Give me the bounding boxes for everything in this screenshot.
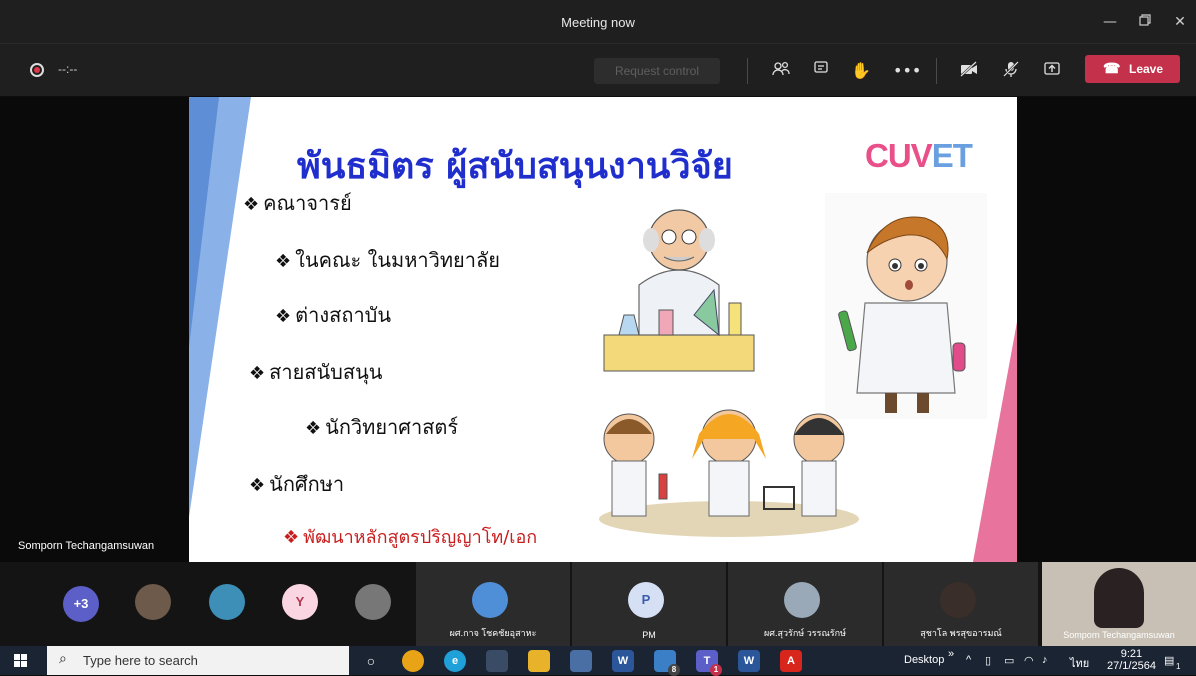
participant-video-tile[interactable]: Somporn Techangamsuwan (1042, 562, 1196, 646)
window-title: Meeting now (561, 15, 635, 30)
mail-icon[interactable]: 8 (654, 650, 680, 676)
participant-avatar (472, 582, 508, 618)
request-control-button[interactable]: Request control (594, 58, 720, 84)
participant-avatar (940, 582, 976, 618)
participant-name: สุชาโล พรสุขอารมณ์ (920, 628, 1002, 638)
recording-time: --:-- (58, 62, 78, 76)
battery-icon[interactable]: ▭ (1004, 654, 1014, 667)
slide-bullet: ❖ สายสนับสนุน (249, 360, 383, 384)
overflow-participants-button[interactable]: +3 (63, 586, 99, 622)
slide-bullet: ❖ นักวิทยาศาสตร์ (305, 415, 459, 439)
input-language[interactable]: ไทย (1070, 654, 1089, 672)
file-explorer-icon[interactable] (528, 650, 550, 672)
clock-date: 27/1/2564 (1107, 660, 1156, 672)
slide-bullet: ❖ ในคณะ ในมหาวิทยาลัย (275, 248, 500, 272)
participant-strip: +3 Y ผศ.กาจ โชคชัยอุสาหะ P PM ผศ.สุวรักษ… (0, 562, 1196, 646)
volume-icon[interactable]: ♪ (1042, 654, 1048, 666)
search-placeholder: Type here to search (83, 653, 198, 668)
windows-taskbar: ⌕ Type here to search ○ e W 8 T1 W A Des… (0, 646, 1196, 676)
desktop-toolbar-label[interactable]: Desktop (904, 654, 944, 666)
scientist-illustration (603, 209, 755, 372)
participant-avatar[interactable]: Y (282, 584, 318, 620)
participant-name: ผศ.สุวรักษ์ วรรณรักษ์ (763, 628, 847, 638)
store-icon[interactable] (570, 650, 592, 672)
word-document-icon[interactable]: W (738, 650, 760, 672)
meeting-toolbar: --:-- Request control ✋ ••• (0, 43, 1196, 96)
more-options-icon[interactable]: ••• (893, 60, 921, 82)
participant-avatar[interactable] (209, 584, 245, 620)
restore-icon[interactable] (1135, 12, 1155, 32)
acrobat-icon[interactable]: A (780, 650, 802, 672)
raise-hand-icon[interactable]: ✋ (850, 60, 872, 82)
participant-name: PM (642, 630, 656, 640)
camera-app-icon[interactable] (486, 650, 508, 672)
slide-bullet: ❖ พัฒนาหลักสูตรปริญญาโท/เอก (283, 527, 538, 548)
word-icon[interactable]: W (612, 650, 634, 672)
search-icon: ⌕ (59, 651, 67, 667)
participant-tile[interactable]: P PM (572, 562, 726, 646)
show-hidden-icons-icon[interactable]: ^ (966, 654, 971, 666)
participant-tile[interactable]: ผศ.สุวรักษ์ วรรณรักษ์ (728, 562, 882, 646)
kids-scientists-illustration (599, 409, 859, 537)
notification-icon[interactable]: ▤ 1 (1164, 654, 1180, 671)
participant-avatar[interactable] (135, 584, 171, 620)
leave-label: Leave (1129, 62, 1164, 76)
taskbar-search-box[interactable]: ⌕ Type here to search (47, 646, 349, 675)
clock[interactable]: 9:21 27/1/2564 (1107, 648, 1156, 672)
chrome-icon[interactable] (402, 650, 424, 672)
edge-icon[interactable]: e (444, 650, 466, 672)
device-icon[interactable]: ▯ (985, 654, 991, 667)
wifi-icon[interactable]: ◠ (1024, 654, 1034, 667)
clock-time: 9:21 (1120, 648, 1143, 660)
leave-button[interactable]: ☎ Leave (1085, 55, 1180, 83)
participant-avatar[interactable] (355, 584, 391, 620)
close-icon[interactable]: ✕ (1170, 12, 1190, 32)
phone-hangup-icon: ☎ (1103, 60, 1121, 76)
recording-icon (30, 63, 44, 77)
slide-bullet: ❖ นักศึกษา (249, 472, 345, 496)
participant-name: Somporn Techangamsuwan (1063, 630, 1175, 640)
share-screen-icon[interactable] (1041, 60, 1063, 82)
cortana-icon[interactable]: ○ (360, 650, 382, 672)
chat-icon[interactable] (810, 60, 832, 82)
participant-name: ผศ.กาจ โชคชัยอุสาหะ (449, 628, 537, 638)
slide-bullet: ❖ ต่างสถาบัน (275, 303, 392, 327)
chevron-right-icon[interactable]: » (948, 648, 954, 660)
boy-scientist-illustration (825, 193, 987, 419)
windows-start-icon[interactable] (14, 654, 28, 668)
toolbar-divider (936, 58, 937, 84)
participants-icon[interactable] (770, 60, 792, 82)
camera-off-icon[interactable] (958, 60, 980, 82)
cuvet-logo: CUVET (865, 137, 973, 174)
microphone-muted-icon[interactable] (1000, 60, 1022, 82)
title-bar: Meeting now — ✕ (0, 0, 1196, 43)
participant-tile[interactable]: สุชาโล พรสุขอารมณ์ (884, 562, 1038, 646)
active-speaker-name: Somporn Techangamsuwan (18, 540, 155, 552)
toolbar-divider (747, 58, 748, 84)
teams-icon[interactable]: T1 (696, 650, 722, 676)
slide-bullet: ❖ คณาจารย์ (243, 191, 352, 215)
participant-avatar: P (628, 582, 664, 618)
minimize-icon[interactable]: — (1100, 12, 1120, 32)
participant-avatar (784, 582, 820, 618)
slide-decoration (189, 97, 219, 347)
shared-slide: พันธมิตร ผู้สนับสนุนงานวิจัย CUVET ❖ คณาจ… (189, 97, 1017, 562)
participant-tile[interactable]: ผศ.กาจ โชคชัยอุสาหะ (416, 562, 570, 646)
participant-video (1094, 568, 1144, 628)
